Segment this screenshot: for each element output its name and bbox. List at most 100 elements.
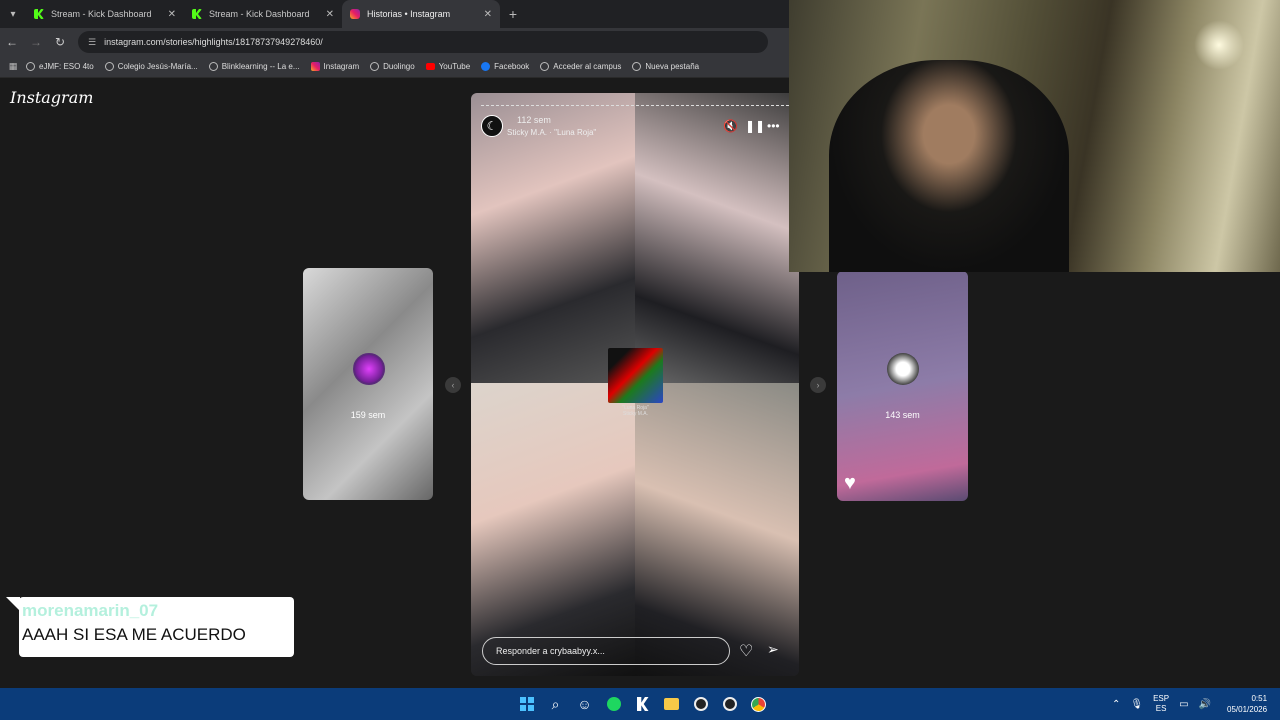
file-explorer-icon[interactable]: [657, 692, 686, 716]
language-indicator[interactable]: ESP ES: [1153, 694, 1169, 714]
more-options-icon[interactable]: •••: [767, 119, 780, 133]
search-icon[interactable]: ⌕: [541, 692, 570, 716]
bookmark-facebook[interactable]: Facebook: [481, 62, 529, 71]
bookmark-ejmf[interactable]: eJMF: ESO 4to: [26, 62, 94, 71]
chevron-up-icon[interactable]: ⌃: [1112, 699, 1120, 710]
back-arrow-icon[interactable]: ←: [0, 35, 24, 49]
close-icon[interactable]: ✕: [168, 9, 176, 20]
story-photo: [635, 383, 799, 676]
new-tab-button[interactable]: +: [500, 6, 526, 22]
spotify-icon[interactable]: [599, 692, 628, 716]
facebook-icon: [481, 62, 491, 71]
bookmark-label: Duolingo: [383, 62, 415, 71]
next-story-preview[interactable]: 143 sem ♥: [837, 271, 968, 501]
chrome-icon[interactable]: [744, 692, 773, 716]
bookmark-label: YouTube: [438, 62, 471, 71]
instagram-icon: [350, 9, 360, 19]
obs-icon[interactable]: [686, 692, 715, 716]
close-icon[interactable]: ✕: [326, 9, 334, 20]
previous-story-arrow-icon[interactable]: ‹: [445, 377, 461, 393]
tab-title: Historias • Instagram: [367, 9, 451, 19]
globe-icon: [26, 62, 35, 71]
bookmark-label: Blinklearning -- La e...: [221, 62, 300, 71]
lamp-light: [1194, 20, 1244, 70]
heart-icon: ♥: [844, 472, 856, 494]
bookmark-new-tab[interactable]: Nueva pestaña: [632, 62, 699, 71]
bookmark-colegio[interactable]: Colegio Jesús-María...: [104, 62, 198, 71]
youtube-icon: [425, 63, 435, 70]
bookmark-label: Facebook: [494, 62, 530, 71]
tab-kick-dashboard-1[interactable]: Stream - Kick Dashboard ✕: [26, 0, 184, 28]
bookmark-label: Nueva pestaña: [645, 62, 700, 71]
mute-icon[interactable]: 🔇: [723, 119, 738, 133]
clock-date: 05/01/2026: [1227, 705, 1268, 714]
language-code: ESP: [1153, 694, 1170, 703]
bookmark-instagram[interactable]: Instagram: [310, 62, 360, 71]
send-icon[interactable]: ➢: [767, 641, 779, 658]
kick-icon: [192, 9, 202, 19]
tab-title: Stream - Kick Dashboard: [51, 9, 152, 19]
story-photo: [635, 93, 799, 383]
story-age: 159 sem: [350, 410, 386, 420]
forward-arrow-icon[interactable]: →: [24, 35, 48, 49]
bookmark-label: Acceder al campus: [553, 62, 622, 71]
avatar: [353, 353, 385, 385]
globe-icon: [208, 62, 218, 71]
previous-story-preview[interactable]: 159 sem: [303, 268, 433, 500]
active-story[interactable]: ☾ 112 sem Sticky M.A. · "Luna Roja" 🔇 ❚❚…: [471, 93, 799, 676]
url-field[interactable]: ☰ instagram.com/stories/highlights/18178…: [78, 31, 768, 53]
site-info-icon[interactable]: ☰: [88, 37, 96, 48]
story-music-label[interactable]: Sticky M.A. · "Luna Roja": [507, 128, 596, 137]
taskbar-apps: ⌕ ☺: [512, 692, 773, 716]
instagram-logo[interactable]: Instagram: [10, 88, 93, 107]
instagram-icon: [310, 62, 320, 71]
clock-time: 0:51: [1251, 694, 1268, 703]
microphone-icon[interactable]: 🎙: [1130, 699, 1143, 710]
sticker-artist: Sticky M.A.: [622, 411, 648, 417]
pause-icon[interactable]: ❚❚: [745, 119, 765, 133]
tab-instagram-stories[interactable]: Historias • Instagram ✕: [342, 0, 500, 28]
windows-start-icon[interactable]: [512, 692, 541, 716]
kick-icon: [34, 9, 44, 19]
chat-message: AAAH SI ESA ME ACUERDO: [22, 625, 246, 644]
reply-input[interactable]: Responder a crybaabyy.x...: [482, 637, 730, 665]
tab-kick-dashboard-2[interactable]: Stream - Kick Dashboard ✕: [184, 0, 342, 28]
streamer-silhouette: [829, 60, 1069, 272]
keyboard-layout: ES: [1155, 704, 1167, 713]
chat-bubble-tail: [6, 597, 20, 611]
next-story-arrow-icon[interactable]: ›: [810, 377, 826, 393]
bookmark-campus[interactable]: Acceder al campus: [540, 62, 621, 71]
music-sticker[interactable]: [608, 348, 663, 403]
moon-avatar-icon[interactable]: ☾: [481, 115, 503, 137]
chat-username: morenamarin_07: [22, 601, 159, 620]
globe-icon: [632, 62, 642, 71]
bookmark-label: Instagram: [323, 62, 360, 71]
bookmark-duolingo[interactable]: Duolingo: [370, 62, 415, 71]
tab-search-dropdown-icon[interactable]: ▾: [0, 1, 26, 27]
bookmark-label: eJMF: ESO 4to: [39, 62, 94, 71]
windows-taskbar: ⌕ ☺ ⌃ 🎙 ESP ES ▭ 🔊 0:51 05/01/2026: [0, 688, 1280, 720]
story-progress-bar: [481, 105, 789, 106]
bookmark-label: Colegio Jesús-María...: [117, 62, 198, 71]
story-age: 143 sem: [885, 410, 920, 420]
globe-icon: [540, 62, 550, 71]
globe-icon: [104, 62, 114, 71]
network-icon[interactable]: ▭: [1179, 699, 1188, 710]
story-age: 112 sem: [517, 115, 551, 125]
music-sticker-caption: "Luna Roja" Sticky M.A.: [608, 405, 663, 417]
reload-icon[interactable]: ↻: [48, 35, 72, 49]
clock[interactable]: 0:51 05/01/2026: [1227, 693, 1267, 715]
obs-studio-icon[interactable]: [715, 692, 744, 716]
close-icon[interactable]: ✕: [484, 9, 492, 20]
kick-icon[interactable]: [628, 692, 657, 716]
bookmark-blinklearning[interactable]: Blinklearning -- La e...: [208, 62, 300, 71]
apps-grid-icon[interactable]: ▦: [0, 61, 26, 72]
avatar: [887, 353, 919, 385]
tab-title: Stream - Kick Dashboard: [209, 9, 310, 19]
globe-icon: [370, 62, 380, 71]
volume-icon[interactable]: 🔊: [1199, 699, 1211, 710]
bookmark-youtube[interactable]: YouTube: [425, 62, 471, 71]
webcam-overlay: [789, 0, 1280, 272]
discord-icon[interactable]: ☺: [570, 692, 599, 716]
heart-icon[interactable]: ♡: [739, 641, 753, 661]
